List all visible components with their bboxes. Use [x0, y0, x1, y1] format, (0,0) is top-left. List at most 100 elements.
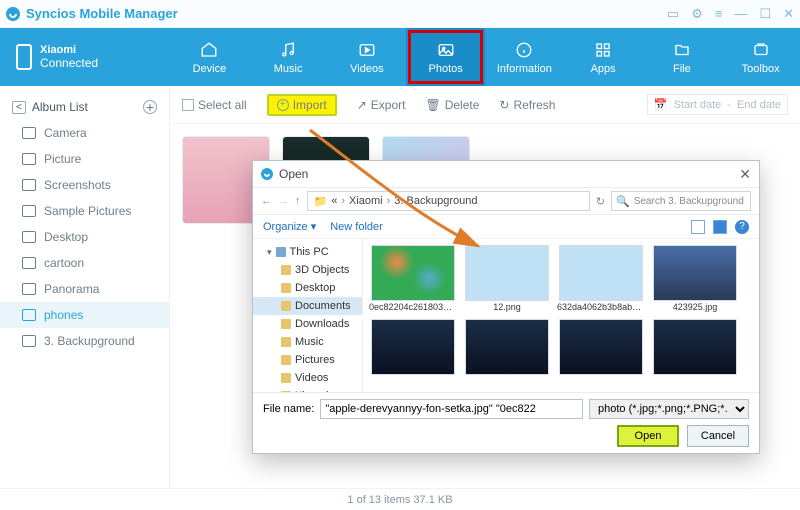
- dialog-toolbar: Organize ▾ New folder ?: [253, 215, 759, 239]
- maximize-icon[interactable]: ☐: [759, 6, 771, 22]
- tree-item-desktop[interactable]: Desktop: [253, 279, 362, 297]
- nav-icon: [356, 40, 378, 60]
- settings-icon[interactable]: ⚙: [691, 6, 703, 22]
- dialog-search[interactable]: 🔍 Search 3. Backupground: [611, 191, 751, 211]
- folder-icon: 📁: [314, 195, 328, 208]
- tree-item-documents[interactable]: Documents: [253, 297, 362, 315]
- add-album-button[interactable]: +: [143, 100, 157, 114]
- album-icon: [22, 309, 36, 321]
- nav-icon: [198, 40, 220, 60]
- status-bar: 1 of 13 items 37.1 KB: [0, 488, 800, 510]
- tree-item-label: Videos: [295, 372, 328, 384]
- export-label: Export: [371, 98, 406, 112]
- album-icon: [22, 335, 36, 347]
- date-range[interactable]: 📅 Start date - End date: [647, 94, 788, 115]
- sidebar-item-panorama[interactable]: Panorama: [0, 276, 169, 302]
- dialog-file-grid: 0ec82204c261803015859f11e56e0eca.jpg 12.p…: [363, 239, 759, 392]
- crumb-1[interactable]: Xiaomi: [349, 195, 383, 207]
- refresh-button[interactable]: ↻ Refresh: [499, 98, 555, 112]
- new-folder-button[interactable]: New folder: [330, 221, 383, 233]
- folder-icon: [281, 283, 291, 293]
- album-icon: [22, 127, 36, 139]
- nav-videos[interactable]: Videos: [328, 28, 407, 86]
- export-button[interactable]: ↗ Export: [357, 98, 406, 112]
- sidebar-header: < Album List +: [0, 94, 169, 120]
- dialog-app-icon: [261, 168, 273, 180]
- sidebar-item-desktop[interactable]: Desktop: [0, 224, 169, 250]
- import-button[interactable]: + Import: [267, 94, 337, 116]
- export-icon: ↗: [357, 98, 367, 112]
- file-item[interactable]: [651, 319, 739, 375]
- file-type-select[interactable]: photo (*.jpg;*.png;*.PNG;*.gif;*: [589, 399, 749, 419]
- nav-back-icon[interactable]: ←: [261, 195, 272, 207]
- tree-item-music[interactable]: Music: [253, 333, 362, 351]
- minimize-icon[interactable]: —: [734, 6, 747, 22]
- nav-icon: [750, 40, 772, 60]
- cancel-button[interactable]: Cancel: [687, 425, 749, 447]
- device-icon: [16, 44, 32, 70]
- file-name-input[interactable]: [320, 399, 583, 419]
- device-badge[interactable]: Xiaomi Connected: [0, 28, 170, 86]
- nav-information[interactable]: Information: [485, 28, 564, 86]
- organize-menu[interactable]: Organize ▾: [263, 220, 316, 233]
- nav-device[interactable]: Device: [170, 28, 249, 86]
- nav-photos[interactable]: Photos: [406, 28, 485, 86]
- menu-icon[interactable]: ≡: [715, 6, 723, 22]
- sidebar-item-phones[interactable]: phones: [0, 302, 169, 328]
- feedback-icon[interactable]: ▭: [667, 6, 679, 22]
- nav-file[interactable]: File: [643, 28, 722, 86]
- nav-music[interactable]: Music: [249, 28, 328, 86]
- file-item[interactable]: 423925.jpg: [651, 245, 739, 313]
- tree-item-label: Music: [295, 336, 324, 348]
- sidebar-item-label: Picture: [44, 152, 81, 166]
- tree-item-downloads[interactable]: Downloads: [253, 315, 362, 333]
- sidebar-item-screenshots[interactable]: Screenshots: [0, 172, 169, 198]
- sidebar-item-cartoon[interactable]: cartoon: [0, 250, 169, 276]
- file-thumb: [559, 245, 643, 301]
- breadcrumb-refresh-icon[interactable]: ↻: [596, 195, 605, 208]
- breadcrumb[interactable]: 📁 « › Xiaomi › 3. Backupground: [307, 191, 590, 211]
- dialog-breadcrumb-bar: ← → ↑ 📁 « › Xiaomi › 3. Backupground ↻ 🔍…: [253, 187, 759, 215]
- nav-apps[interactable]: Apps: [564, 28, 643, 86]
- tree-item-3d-objects[interactable]: 3D Objects: [253, 261, 362, 279]
- file-item[interactable]: 0ec82204c261803015859f11e56e0eca.jpg: [369, 245, 457, 313]
- view-icons-icon[interactable]: [691, 220, 705, 234]
- tree-item-videos[interactable]: Videos: [253, 369, 362, 387]
- tree-item-this-pc[interactable]: ▾This PC: [253, 243, 362, 261]
- back-icon[interactable]: <: [12, 101, 26, 114]
- content-toolbar: Select all + Import ↗ Export 🗑 Delete ↻ …: [170, 86, 800, 124]
- open-button[interactable]: Open: [617, 425, 679, 447]
- folder-icon: [281, 373, 291, 383]
- dialog-close-icon[interactable]: ✕: [739, 166, 751, 183]
- sidebar-item-3-backupground[interactable]: 3. Backupground: [0, 328, 169, 354]
- help-icon[interactable]: ?: [735, 220, 749, 234]
- file-item[interactable]: 632da4062b3b8abaf19d9f3a9a1bd.gif: [557, 245, 645, 313]
- tree-item-pictures[interactable]: Pictures: [253, 351, 362, 369]
- nav-up-icon[interactable]: ↑: [295, 195, 301, 207]
- import-label: Import: [293, 98, 327, 112]
- file-item[interactable]: 12.png: [463, 245, 551, 313]
- sidebar-item-picture[interactable]: Picture: [0, 146, 169, 172]
- view-list-icon[interactable]: [713, 220, 727, 234]
- sidebar-item-camera[interactable]: Camera: [0, 120, 169, 146]
- dialog-tree: ▾This PC3D ObjectsDesktopDocumentsDownlo…: [253, 239, 363, 392]
- file-item[interactable]: [463, 319, 551, 375]
- nav-toolbox[interactable]: Toolbox: [721, 28, 800, 86]
- sidebar-item-label: cartoon: [44, 256, 84, 270]
- close-icon[interactable]: ✕: [783, 6, 794, 22]
- album-icon: [22, 153, 36, 165]
- crumb-0[interactable]: «: [331, 195, 337, 207]
- crumb-2[interactable]: 3. Backupground: [394, 195, 477, 207]
- file-label: 12.png: [463, 303, 551, 313]
- nav-label: Device: [193, 63, 227, 75]
- refresh-label: Refresh: [513, 98, 555, 112]
- file-item[interactable]: [369, 319, 457, 375]
- sidebar-item-label: Camera: [44, 126, 87, 140]
- chevron-down-icon[interactable]: ▾: [267, 247, 272, 258]
- file-item[interactable]: [557, 319, 645, 375]
- nav-forward-icon[interactable]: →: [278, 195, 289, 207]
- folder-icon: [276, 247, 286, 257]
- delete-button[interactable]: 🗑 Delete: [425, 98, 479, 112]
- sidebar-item-sample-pictures[interactable]: Sample Pictures: [0, 198, 169, 224]
- select-all-checkbox[interactable]: Select all: [182, 98, 247, 112]
